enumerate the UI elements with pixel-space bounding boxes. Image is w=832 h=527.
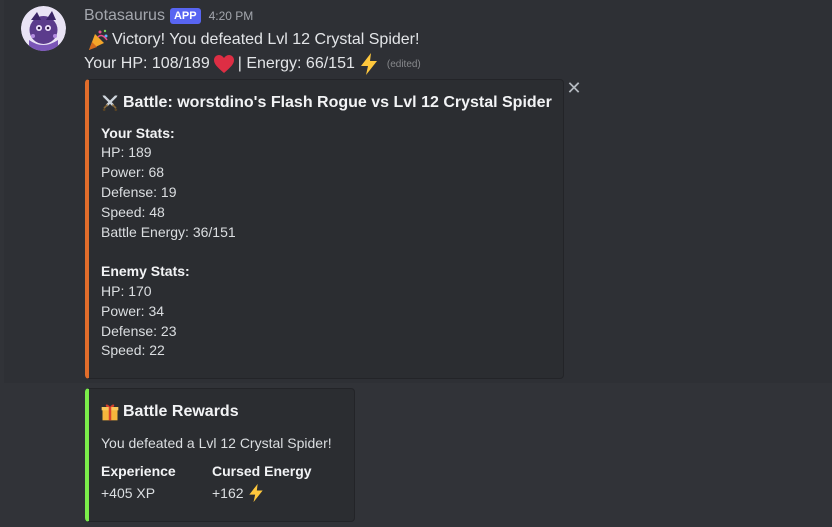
enemy-stat-speed: Speed: 22 <box>101 342 165 358</box>
username[interactable]: Botasaurus <box>84 7 165 25</box>
battle-embed-title-row: Battle: worstdino's Flash Rogue vs Lvl 1… <box>100 93 552 113</box>
rewards-embed-title: Battle Rewards <box>123 403 239 420</box>
field-cursed-energy-value: +162 <box>212 483 268 503</box>
battle-embed: Battle: worstdino's Flash Rogue vs Lvl 1… <box>85 79 564 379</box>
gift-icon <box>101 404 119 421</box>
field-cursed-energy-name: Cursed Energy <box>212 463 312 479</box>
timestamp[interactable]: 4:20 PM <box>209 9 254 23</box>
your-stat-power: Power: 68 <box>101 164 165 180</box>
rewards-embed: Battle Rewards You defeated a Lvl 12 Cry… <box>85 388 355 522</box>
enemy-stat-power: Power: 34 <box>101 303 165 319</box>
victory-text: Victory! You defeated Lvl 12 Crystal Spi… <box>112 31 420 48</box>
crossed-swords-icon <box>102 95 118 111</box>
battle-embed-title: Battle: worstdino's Flash Rogue vs Lvl 1… <box>123 94 552 111</box>
rewards-description: You defeated a Lvl 12 Crystal Spider! <box>101 435 332 451</box>
your-stat-defense: Defense: 19 <box>101 184 177 200</box>
close-icon[interactable]: ✕ <box>566 79 582 97</box>
bot-avatar[interactable] <box>21 6 66 51</box>
rewards-embed-title-row: Battle Rewards <box>100 402 239 422</box>
enemy-stats-heading: Enemy Stats: <box>101 263 190 279</box>
message-line-victory: Victory! You defeated Lvl 12 Crystal Spi… <box>84 28 419 52</box>
energy-text: | Energy: 66/151 <box>237 55 355 72</box>
lightning-icon <box>360 53 377 75</box>
your-stat-battle-energy: Battle Energy: 36/151 <box>101 224 236 240</box>
cursed-energy-value-text: +162 <box>212 485 244 501</box>
enemy-stat-hp: HP: 170 <box>101 283 152 299</box>
your-stats-heading: Your Stats: <box>101 125 175 141</box>
experience-value-text: +405 XP <box>101 485 156 501</box>
enemy-stat-defense: Defense: 23 <box>101 323 177 339</box>
your-stat-speed: Speed: 48 <box>101 204 165 220</box>
edited-label: (edited) <box>386 58 421 70</box>
app-badge: APP <box>169 8 201 24</box>
lightning-icon <box>248 483 263 503</box>
your-stat-hp: HP: 189 <box>101 144 152 160</box>
field-experience-name: Experience <box>101 463 176 479</box>
party-popper-icon <box>89 29 108 50</box>
red-heart-icon <box>213 55 234 73</box>
hp-text: Your HP: 108/189 <box>84 55 210 72</box>
message-line-status: Your HP: 108/189 | Energy: 66/151 (edite… <box>84 52 421 76</box>
field-experience-value: +405 XP <box>101 485 155 501</box>
message-header: Botasaurus APP 4:20 PM <box>84 6 253 26</box>
